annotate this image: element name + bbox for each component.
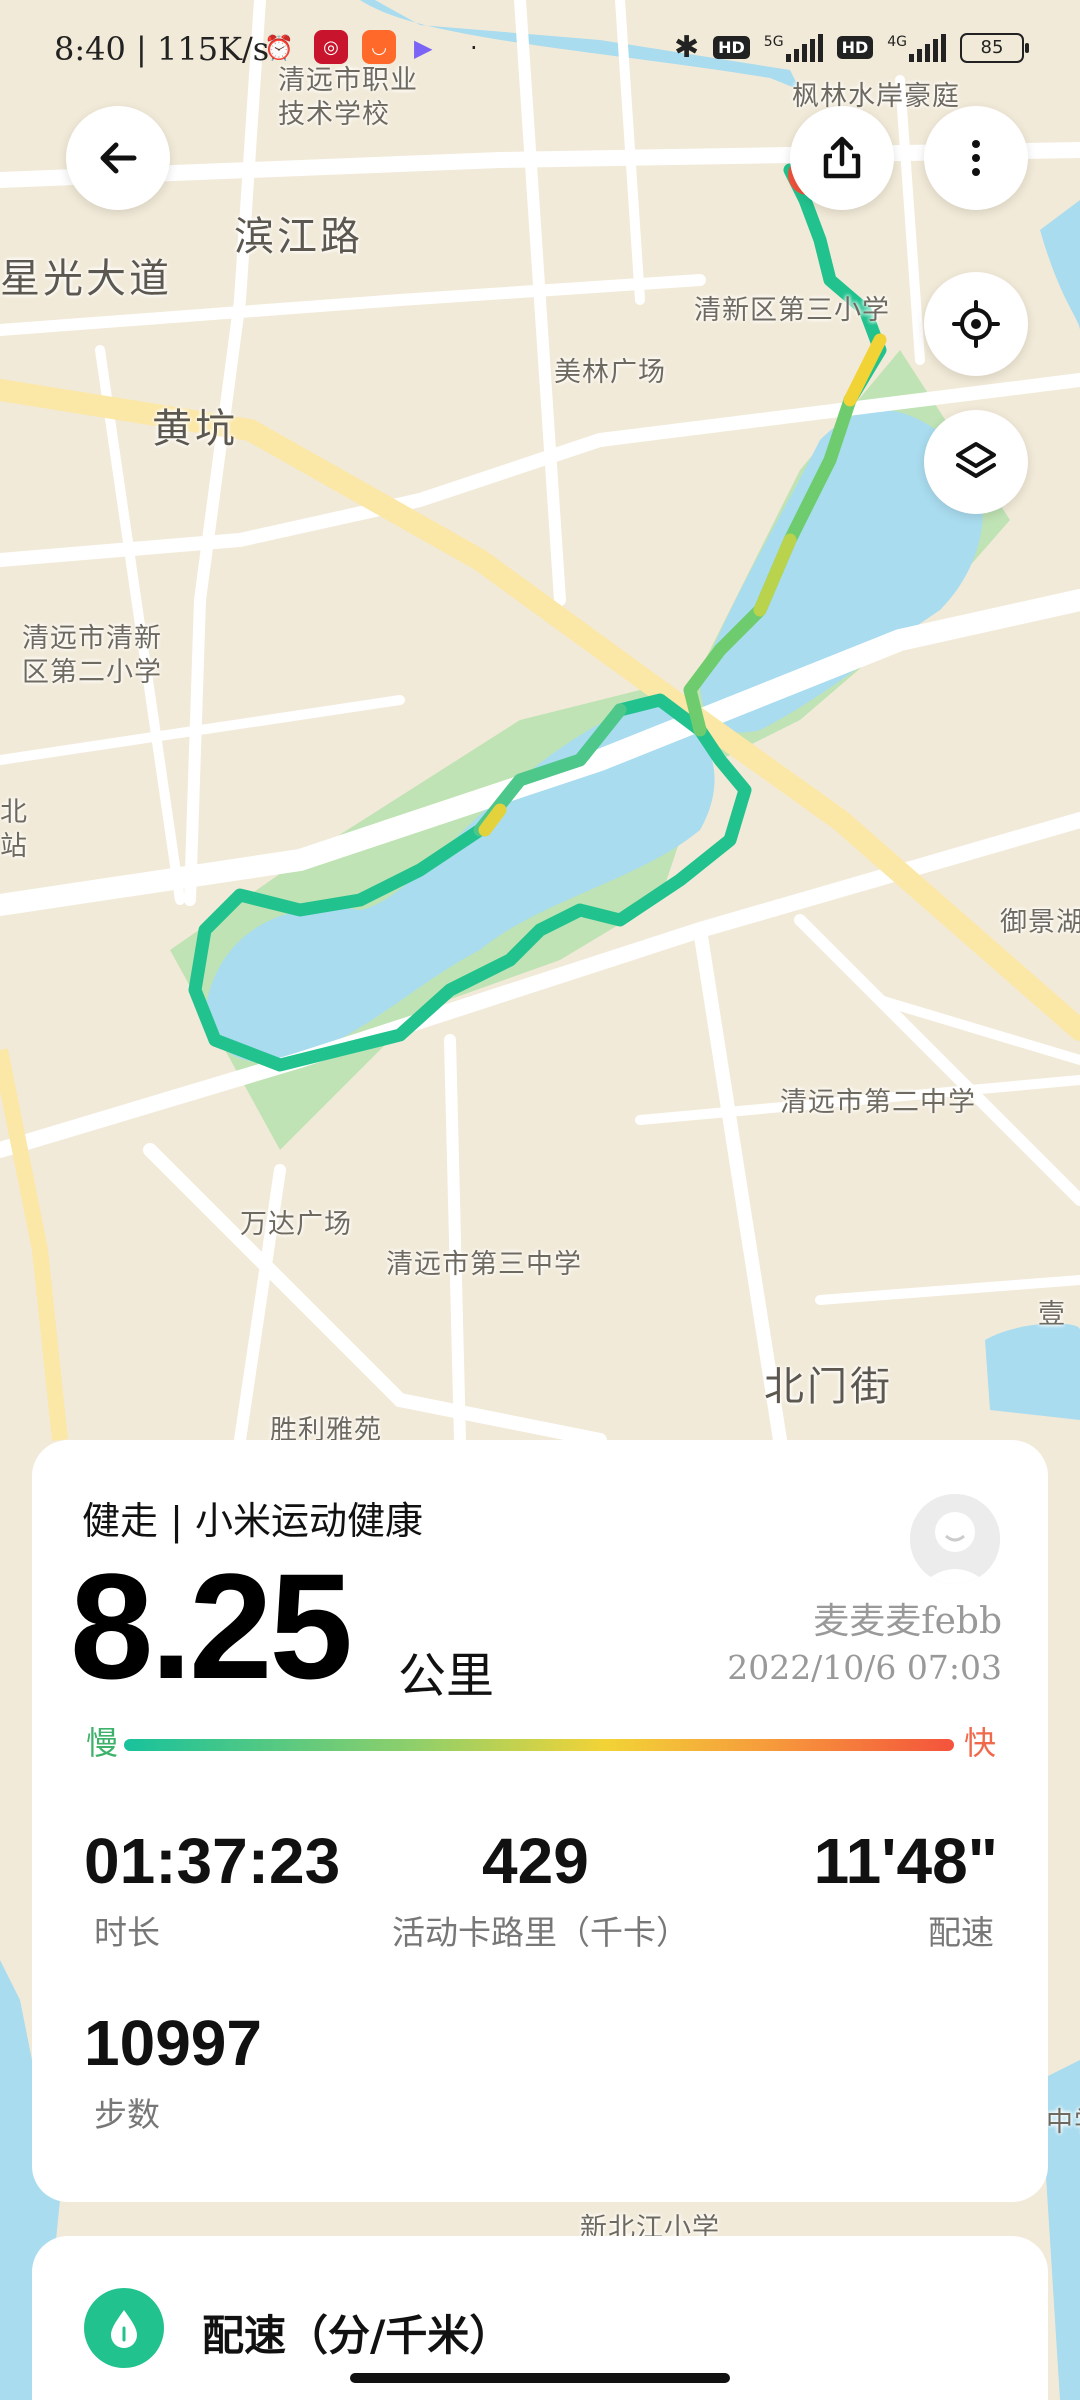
speed-gradient-bar <box>124 1739 954 1751</box>
signal-5g-icon: 5G <box>764 33 823 62</box>
notification-dot-icon: · <box>470 34 478 62</box>
locate-icon <box>952 300 1000 348</box>
distance-unit: 公里 <box>398 1648 495 1704</box>
map-label: 黄坑 <box>152 406 238 452</box>
bluetooth-icon: ✱ <box>673 30 700 65</box>
steps-value: 10997 <box>84 2007 262 2079</box>
alarm-icon: ⏰ <box>264 34 294 62</box>
speed-fast-label: 快 <box>963 1724 996 1762</box>
more-button[interactable] <box>924 106 1028 210</box>
signal-4g-icon: 4G <box>887 33 946 62</box>
workout-title: 健走 | 小米运动健康 <box>82 1499 423 1543</box>
pace-section-title: 配速（分/千米） <box>202 2311 512 2360</box>
avatar-placeholder-icon <box>910 1494 1000 1584</box>
pace-icon <box>84 2288 164 2368</box>
calories-label: 活动卡路里（千卡） <box>392 1913 689 1952</box>
locate-button[interactable] <box>924 272 1028 376</box>
share-icon <box>823 136 861 179</box>
distance-value: 8.25 <box>70 1542 353 1710</box>
map-label: 清远市清新 区第二小学 <box>22 623 162 688</box>
status-right: ✱ HD 5G HD 4G 85 <box>673 30 1029 65</box>
duration-value: 01:37:23 <box>84 1825 341 1897</box>
workout-summary-card: 健走 | 小米运动健康 8.25 公里 麦麦麦febb 2022/10/6 07… <box>32 1440 1048 2202</box>
map-label: 清远市第二中学 <box>780 1087 976 1118</box>
speed-slow-label: 慢 <box>86 1724 119 1762</box>
back-button[interactable] <box>66 106 170 210</box>
back-arrow-icon <box>100 142 137 174</box>
map-label: 星光大道 <box>0 256 172 302</box>
workout-datetime: 2022/10/6 07:03 <box>727 1648 1002 1687</box>
status-time: 8:40 | 115K/s <box>54 30 270 68</box>
battery-icon: 85 <box>960 32 1029 63</box>
username: 麦麦麦febb <box>813 1601 1002 1642</box>
map-label: 滨江路 <box>234 214 363 260</box>
calories-value: 429 <box>482 1825 589 1897</box>
map-label: 北 站 <box>0 797 28 862</box>
clock: 8:40 <box>54 30 126 68</box>
shopping-app-icon: ◡ <box>362 30 396 64</box>
hd-badge: HD <box>836 36 874 59</box>
status-bar: 8:40 | 115K/s ⏰ ◎ ◡ ▶ · ✱ HD 5G HD 4G 85 <box>0 0 1080 100</box>
bank-app-icon: ◎ <box>314 30 348 64</box>
steps-label: 步数 <box>94 2095 160 2134</box>
more-vertical-icon <box>972 140 980 176</box>
map-label: 清新区第三小学 <box>694 295 890 326</box>
duration-label: 时长 <box>94 1913 160 1952</box>
pace-value: 11'48" <box>813 1825 998 1897</box>
share-button[interactable] <box>790 106 894 210</box>
avatar[interactable] <box>910 1494 1000 1584</box>
map-label: 壹 <box>1038 1299 1066 1330</box>
pace-label: 配速 <box>928 1913 994 1952</box>
map-label: 北门街 <box>764 1364 893 1410</box>
map-label: 万达广场 <box>240 1209 352 1240</box>
home-indicator[interactable] <box>350 2373 730 2383</box>
video-app-icon: ▶ <box>414 34 433 62</box>
map-label: 清远市第三中学 <box>386 1249 582 1280</box>
map-label: 中学 <box>1046 2107 1080 2138</box>
map-label: 御景湖 <box>1000 907 1080 938</box>
network-speed: 115K/s <box>156 30 270 68</box>
map-label: 美林广场 <box>554 357 666 388</box>
hd-badge: HD <box>713 36 750 59</box>
layers-button[interactable] <box>924 410 1028 514</box>
layers-icon <box>956 442 996 478</box>
